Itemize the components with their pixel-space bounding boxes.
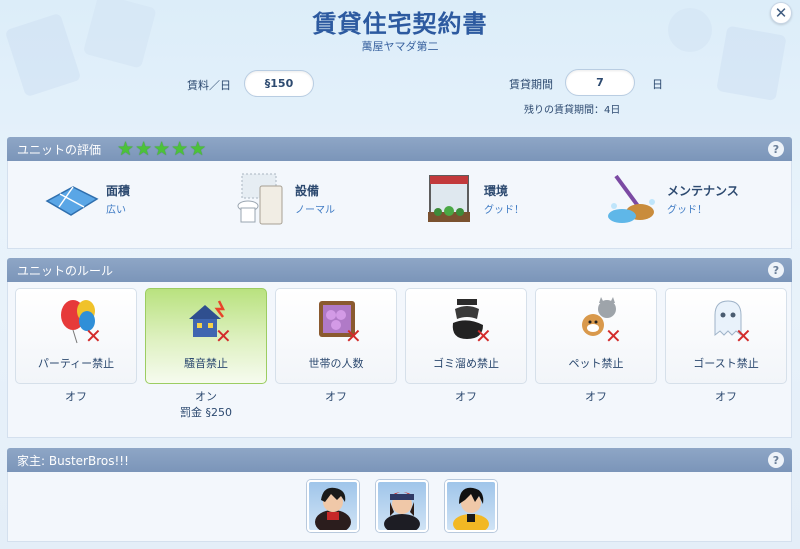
svg-text:✕: ✕ — [475, 324, 492, 345]
rule-status: オフ — [65, 390, 87, 403]
eval-equipment: 設備 ノーマル — [231, 169, 335, 229]
rule-card-household[interactable]: ✕ 世帯の人数 — [275, 288, 397, 384]
person-icon — [315, 487, 351, 530]
star-icon: ★ — [153, 137, 171, 160]
person-icon — [453, 487, 489, 530]
contract-header: 賃貸住宅契約書 萬屋ヤマダ第二 ✕ 賃料／日 §150 賃貸期間 7 日 残りの… — [0, 0, 800, 132]
landlord-title: 家主: BusterBros!!! — [17, 453, 129, 468]
eval-maintenance-value: グッド！ — [667, 205, 707, 216]
sim-avatar[interactable] — [376, 480, 428, 532]
rating-stars: ★ ★ ★ ★ ★ — [117, 137, 207, 160]
star-icon: ★ — [117, 137, 135, 160]
pets-icon: ✕ — [582, 297, 622, 345]
help-button[interactable]: ? — [768, 141, 784, 157]
rent-field[interactable]: §150 — [244, 70, 314, 97]
rule-card-noise[interactable]: ✕ 騒音禁止 — [145, 288, 267, 384]
svg-text:✕: ✕ — [85, 324, 102, 345]
window-plants-icon — [420, 172, 478, 226]
rule-label: ゴミ溜め禁止 — [433, 357, 499, 370]
floor-plan-icon — [42, 172, 100, 226]
eval-equipment-name: 設備 — [295, 184, 320, 198]
svg-text:✕: ✕ — [605, 324, 622, 345]
svg-text:✕: ✕ — [345, 324, 362, 345]
help-button[interactable]: ? — [768, 452, 784, 468]
rule-card-pets[interactable]: ✕ ペット禁止 — [535, 288, 657, 384]
rule-status: オフ — [325, 390, 347, 403]
rules-body: ✕ パーティー禁止 オフ ✕ 騒音禁止 オン 罰金 §250 ✕ 世帯の人数 オ… — [7, 282, 792, 438]
eval-maintenance-name: メンテナンス — [667, 184, 739, 198]
close-button[interactable]: ✕ — [770, 2, 792, 24]
rule-status: オフ — [715, 390, 737, 403]
period-unit: 日 — [652, 78, 663, 91]
svg-text:✕: ✕ — [215, 324, 232, 345]
eval-area: 面積 広い — [42, 169, 130, 229]
evaluation-bar: ユニットの評価 ★ ★ ★ ★ ★ ? — [7, 137, 792, 161]
rule-label: ゴースト禁止 — [693, 357, 759, 370]
evaluation-body: 面積 広い 設備 ノーマル 環境 グッド！ メンテナンス グッド！ — [7, 161, 792, 249]
rule-label: パーティー禁止 — [37, 357, 115, 370]
balloons-icon: ✕ — [61, 300, 102, 345]
eval-area-value: 広い — [106, 205, 126, 216]
page-title: 賃貸住宅契約書 — [312, 10, 488, 38]
mop-bucket-icon — [603, 172, 661, 226]
period-label: 賃貸期間 — [509, 78, 553, 91]
landlord-bar: 家主: BusterBros!!! ? — [7, 448, 792, 472]
svg-text:✕: ✕ — [735, 324, 752, 345]
rule-card-trash[interactable]: ✕ ゴミ溜め禁止 — [405, 288, 527, 384]
evaluation-title: ユニットの評価 — [17, 142, 102, 157]
rules-bar: ユニットのルール ? — [7, 258, 792, 282]
star-icon: ★ — [171, 137, 189, 160]
eval-environment: 環境 グッド！ — [420, 169, 524, 229]
person-icon — [384, 492, 420, 530]
trash-bag-icon: ✕ — [452, 299, 492, 345]
remaining-period: 残りの賃貸期間：4日 — [524, 105, 621, 116]
rule-label: ペット禁止 — [568, 357, 624, 370]
crowd-icon: ✕ — [319, 301, 362, 345]
ghost-icon: ✕ — [714, 300, 752, 345]
eval-equipment-value: ノーマル — [295, 205, 335, 216]
eval-environment-value: グッド！ — [484, 205, 524, 216]
eval-area-name: 面積 — [106, 184, 131, 198]
sim-avatar[interactable] — [307, 480, 359, 532]
rent-label: 賃料／日 — [187, 79, 231, 92]
rule-card-party[interactable]: ✕ パーティー禁止 — [15, 288, 137, 384]
eval-maintenance: メンテナンス グッド！ — [603, 169, 739, 229]
rule-label: 世帯の人数 — [308, 357, 364, 370]
rule-status: オフ — [585, 390, 607, 403]
star-icon: ★ — [135, 137, 153, 160]
unit-name: 萬屋ヤマダ第二 — [361, 40, 439, 53]
appliances-icon — [231, 172, 289, 226]
eval-environment-name: 環境 — [484, 184, 509, 198]
rule-status: オフ — [455, 390, 477, 403]
rule-fine: 罰金 §250 — [180, 406, 232, 419]
noise-house-icon: ✕ — [189, 300, 232, 345]
sim-avatar[interactable] — [445, 480, 497, 532]
rules-title: ユニットのルール — [17, 263, 114, 278]
landlord-body — [7, 472, 792, 542]
help-button[interactable]: ? — [768, 262, 784, 278]
rule-label: 騒音禁止 — [184, 357, 228, 370]
rule-status: オン — [195, 390, 217, 403]
star-icon: ★ — [189, 137, 207, 160]
rule-card-ghost[interactable]: ✕ ゴースト禁止 — [665, 288, 787, 384]
period-field[interactable]: 7 — [565, 69, 635, 96]
